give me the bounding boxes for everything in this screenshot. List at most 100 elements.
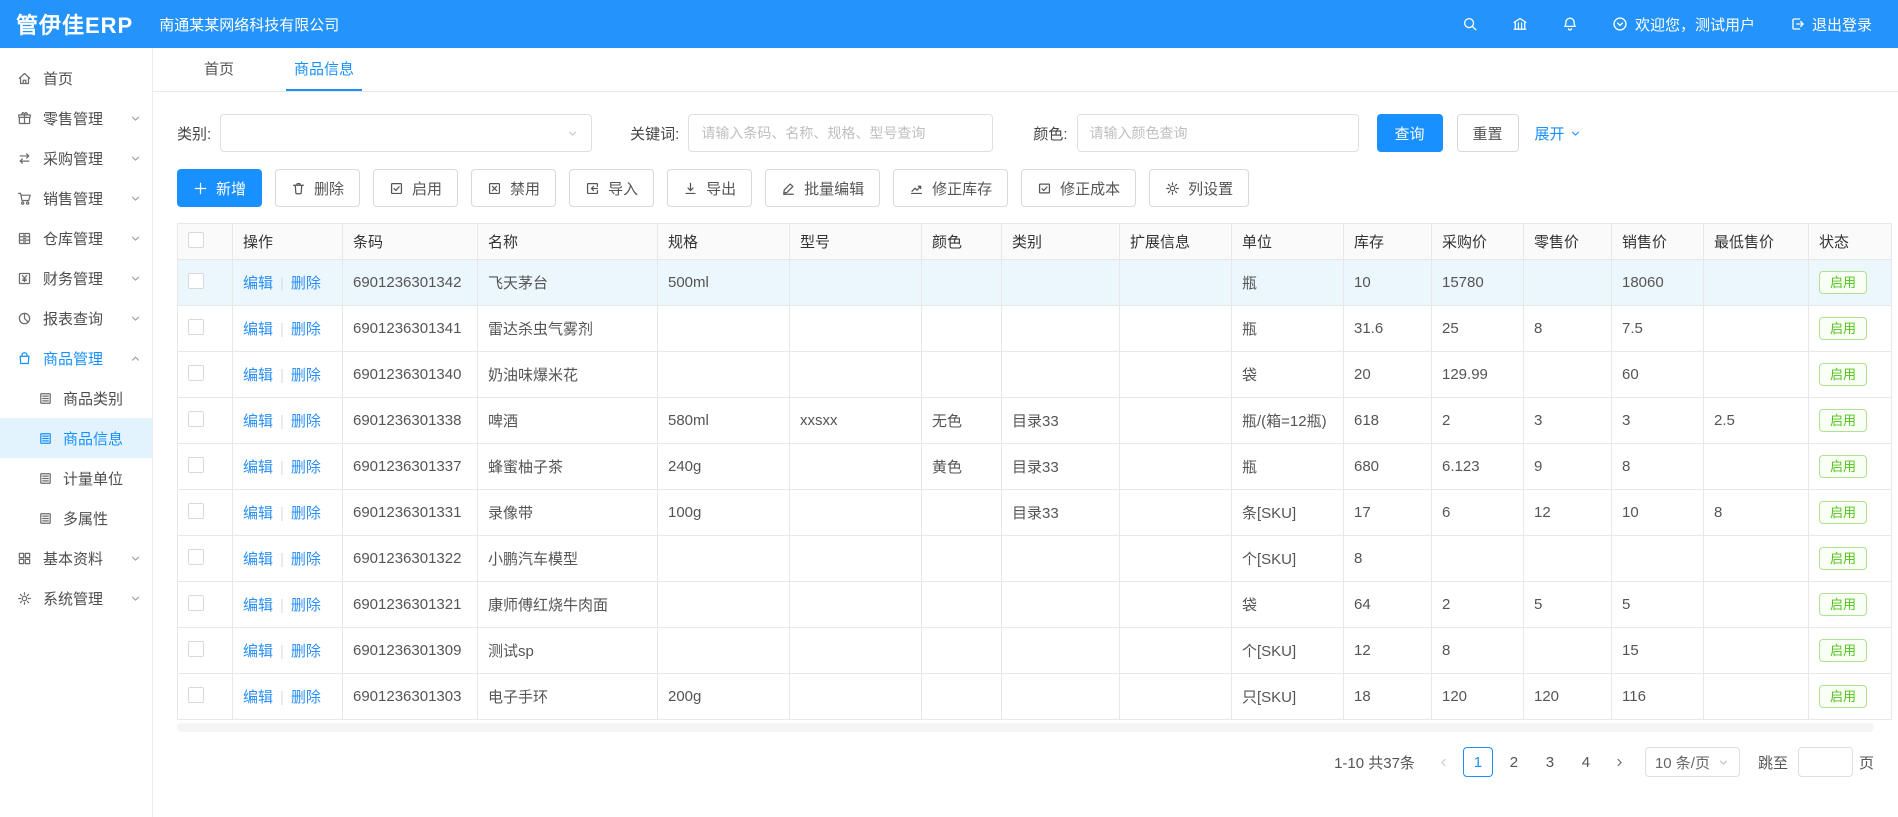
bank-icon[interactable] <box>1512 16 1528 32</box>
row-checkbox[interactable] <box>188 549 204 565</box>
search-button[interactable]: 查询 <box>1377 114 1443 152</box>
fix-cost-button[interactable]: 修正成本 <box>1021 169 1136 207</box>
delete-link[interactable]: 删除 <box>291 321 321 338</box>
prev-page-button[interactable] <box>1431 747 1457 777</box>
category-select[interactable] <box>220 114 592 152</box>
cell-color <box>922 490 1002 536</box>
sidebar-item-product[interactable]: 商品管理 <box>0 338 152 378</box>
expand-link[interactable]: 展开 <box>1535 123 1582 144</box>
cell-ext <box>1120 582 1232 628</box>
add-button[interactable]: 新增 <box>177 169 262 207</box>
delete-link[interactable]: 删除 <box>291 643 321 660</box>
row-checkbox[interactable] <box>188 641 204 657</box>
cell-retail: 9 <box>1524 444 1612 490</box>
fix-stock-button[interactable]: 修正库存 <box>893 169 1008 207</box>
column-setup-button[interactable]: 列设置 <box>1149 169 1249 207</box>
column-header: 销售价 <box>1612 224 1704 260</box>
sidebar-item-retail[interactable]: 零售管理 <box>0 98 152 138</box>
table-row: 编辑|删除6901236301337蜂蜜柚子茶240g黄色目录33瓶6806.1… <box>178 444 1892 490</box>
sidebar-subitem-measure-unit[interactable]: 计量单位 <box>0 458 152 498</box>
row-checkbox[interactable] <box>188 687 204 703</box>
edit-link[interactable]: 编辑 <box>243 275 273 292</box>
edit-link[interactable]: 编辑 <box>243 321 273 338</box>
row-checkbox[interactable] <box>188 411 204 427</box>
sidebar-item-label: 零售管理 <box>43 108 103 129</box>
delete-link[interactable]: 删除 <box>291 367 321 384</box>
cell-barcode: 6901236301321 <box>343 582 478 628</box>
edit-link[interactable]: 编辑 <box>243 551 273 568</box>
edit-link[interactable]: 编辑 <box>243 459 273 476</box>
cell-category <box>1002 536 1120 582</box>
cell-barcode: 6901236301309 <box>343 628 478 674</box>
delete-link[interactable]: 删除 <box>291 551 321 568</box>
sidebar-item-purchase[interactable]: 采购管理 <box>0 138 152 178</box>
batch-edit-button[interactable]: 批量编辑 <box>765 169 880 207</box>
row-checkbox[interactable] <box>188 457 204 473</box>
sidebar-item-report[interactable]: 报表查询 <box>0 298 152 338</box>
delete-link[interactable]: 删除 <box>291 459 321 476</box>
delete-link[interactable]: 删除 <box>291 689 321 706</box>
row-checkbox[interactable] <box>188 503 204 519</box>
color-input[interactable] <box>1077 114 1359 152</box>
tab-home[interactable]: 首页 <box>196 48 242 91</box>
delete-link[interactable]: 删除 <box>291 413 321 430</box>
edit-link[interactable]: 编辑 <box>243 643 273 660</box>
edit-link[interactable]: 编辑 <box>243 367 273 384</box>
page-4[interactable]: 4 <box>1571 747 1601 777</box>
select-all-cell <box>178 224 233 260</box>
user-menu[interactable]: 欢迎您，测试用户 <box>1612 14 1755 35</box>
sidebar-item-finance[interactable]: 财务管理 <box>0 258 152 298</box>
sidebar-item-system[interactable]: 系统管理 <box>0 578 152 618</box>
delete-link[interactable]: 删除 <box>291 597 321 614</box>
export-button[interactable]: 导出 <box>667 169 752 207</box>
report-icon <box>17 311 32 326</box>
reset-button[interactable]: 重置 <box>1457 114 1519 152</box>
next-page-button[interactable] <box>1607 747 1633 777</box>
logout-icon <box>1789 16 1805 32</box>
bell-icon[interactable] <box>1562 16 1578 32</box>
keyword-input[interactable] <box>688 114 993 152</box>
horizontal-scrollbar[interactable] <box>177 723 1874 732</box>
sidebar-item-basedata[interactable]: 基本资料 <box>0 538 152 578</box>
cell-model <box>790 444 922 490</box>
sidebar-item-home[interactable]: 首页 <box>0 58 152 98</box>
row-checkbox[interactable] <box>188 273 204 289</box>
edit-link[interactable]: 编辑 <box>243 413 273 430</box>
page-3[interactable]: 3 <box>1535 747 1565 777</box>
import-button[interactable]: 导入 <box>569 169 654 207</box>
select-all-checkbox[interactable] <box>188 232 204 248</box>
edit-link[interactable]: 编辑 <box>243 689 273 706</box>
page-size-select[interactable]: 10 条/页 <box>1645 747 1740 777</box>
enable-button[interactable]: 启用 <box>373 169 458 207</box>
column-header: 扩展信息 <box>1120 224 1232 260</box>
row-checkbox-cell <box>178 352 233 398</box>
sidebar-item-warehouse[interactable]: 仓库管理 <box>0 218 152 258</box>
sidebar-subitem-product-category[interactable]: 商品类别 <box>0 378 152 418</box>
logout-button[interactable]: 退出登录 <box>1789 14 1872 35</box>
row-checkbox[interactable] <box>188 595 204 611</box>
jump-page-input[interactable] <box>1798 747 1853 777</box>
delete-button[interactable]: 删除 <box>275 169 360 207</box>
cell-color <box>922 260 1002 306</box>
search-icon[interactable] <box>1462 16 1478 32</box>
cell-unit: 个[SKU] <box>1232 628 1344 674</box>
delete-link[interactable]: 删除 <box>291 275 321 292</box>
page-2[interactable]: 2 <box>1499 747 1529 777</box>
edit-link[interactable]: 编辑 <box>243 597 273 614</box>
row-checkbox[interactable] <box>188 319 204 335</box>
delete-link[interactable]: 删除 <box>291 505 321 522</box>
cell-purchase: 25 <box>1432 306 1524 352</box>
sidebar-subitem-multi-attribute[interactable]: 多属性 <box>0 498 152 538</box>
button-label: 导出 <box>706 178 736 199</box>
chevron-down-icon <box>129 592 142 605</box>
edit-link[interactable]: 编辑 <box>243 505 273 522</box>
sidebar-subitem-product-info[interactable]: 商品信息 <box>0 418 152 458</box>
tab-product-info[interactable]: 商品信息 <box>286 48 362 91</box>
disable-button[interactable]: 禁用 <box>471 169 556 207</box>
cell-min <box>1704 582 1809 628</box>
cell-name: 测试sp <box>478 628 658 674</box>
sidebar-item-sales[interactable]: 销售管理 <box>0 178 152 218</box>
page-1[interactable]: 1 <box>1463 747 1493 777</box>
row-checkbox[interactable] <box>188 365 204 381</box>
cell-stock: 8 <box>1344 536 1432 582</box>
